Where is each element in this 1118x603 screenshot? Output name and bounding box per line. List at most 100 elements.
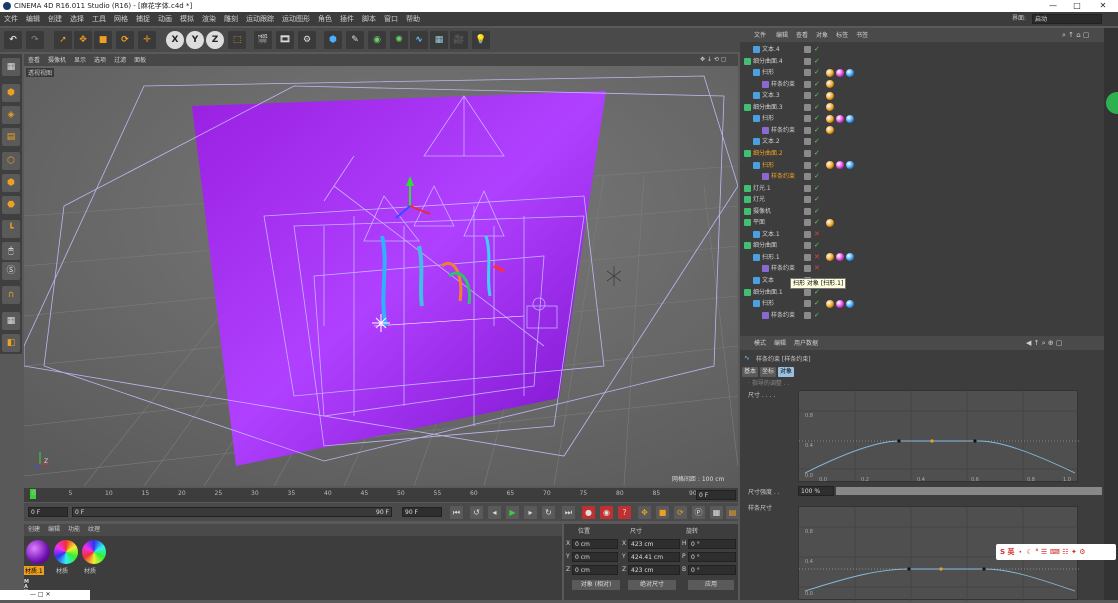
visibility-toggle-icon[interactable]: ✓: [814, 148, 820, 160]
move-icon[interactable]: ✥: [74, 31, 92, 49]
model-mode-icon[interactable]: ⬢: [2, 84, 20, 102]
attr-menu-userdata[interactable]: 用户数据: [790, 337, 822, 351]
record-icon[interactable]: ●: [582, 506, 595, 519]
object-row[interactable]: 扫形 ✓: [740, 67, 1104, 79]
object-row[interactable]: 样条约束 ✓: [740, 79, 1104, 91]
camera-icon[interactable]: 🎥: [450, 31, 468, 49]
layer-swatch[interactable]: [804, 242, 811, 250]
material-tag-icon[interactable]: [836, 114, 844, 123]
object-row[interactable]: 文本.1 ✕: [740, 229, 1104, 241]
size-y-field[interactable]: 424.41 cm: [628, 552, 680, 562]
current-frame-field[interactable]: 0 F: [696, 490, 736, 500]
object-row[interactable]: 扫形 ✓: [740, 160, 1104, 172]
layer-swatch[interactable]: [804, 103, 811, 111]
y-axis-icon[interactable]: Y: [186, 31, 204, 49]
texture-mode-icon[interactable]: ◈: [2, 106, 20, 124]
obj-menu-object[interactable]: 对象: [812, 29, 832, 43]
layer-swatch[interactable]: [804, 57, 811, 65]
tab-basic[interactable]: 基本: [742, 367, 758, 377]
object-name[interactable]: 样条约束: [771, 79, 795, 91]
layer-swatch[interactable]: [804, 184, 811, 192]
object-row[interactable]: 细分曲面 ✓: [740, 240, 1104, 252]
visibility-toggle-icon[interactable]: ✓: [814, 125, 820, 137]
object-row[interactable]: 扫形.1 ✕: [740, 252, 1104, 264]
menu-create[interactable]: 创建: [44, 12, 66, 26]
floating-window-controls[interactable]: — □ ✕: [0, 591, 51, 598]
make-editable-icon[interactable]: ▦: [2, 58, 20, 76]
visibility-toggle-icon[interactable]: ✕: [814, 229, 820, 241]
visibility-toggle-icon[interactable]: ✓: [814, 56, 820, 68]
pos-z-field[interactable]: 0 cm: [572, 565, 618, 575]
material-tag-icon[interactable]: [846, 253, 854, 262]
material-tag-icon[interactable]: [826, 80, 834, 89]
viewport-3d[interactable]: 透视视图 Z 网格间距 : 100 cm: [24, 66, 738, 486]
material-tag-icon[interactable]: [836, 299, 844, 308]
menu-edit[interactable]: 编辑: [22, 12, 44, 26]
spline-pen-icon[interactable]: ✎: [346, 31, 364, 49]
object-row[interactable]: 样条约束 ✓: [740, 125, 1104, 137]
object-name[interactable]: 摄像机: [753, 206, 771, 218]
goto-start-icon[interactable]: ⏮: [450, 506, 463, 519]
material-3-label[interactable]: 材质: [84, 566, 96, 575]
material-2-swatch[interactable]: [54, 540, 78, 564]
material-tag-icon[interactable]: [826, 299, 834, 308]
material-menu-texture[interactable]: 纹理: [84, 526, 104, 533]
object-row[interactable]: 文本.3 ✓: [740, 90, 1104, 102]
object-row[interactable]: 细分曲面.2 ✓: [740, 148, 1104, 160]
visibility-toggle-icon[interactable]: ✓: [814, 79, 820, 91]
object-row[interactable]: 样条约束 ✕: [740, 263, 1104, 275]
apply-button[interactable]: 应用: [688, 580, 734, 590]
material-tag-icon[interactable]: [826, 91, 834, 100]
layer-swatch[interactable]: [804, 149, 811, 157]
layer-swatch[interactable]: [804, 196, 811, 204]
object-name[interactable]: 细分曲面: [753, 240, 777, 252]
prev-key-icon[interactable]: ↺: [470, 506, 483, 519]
visibility-toggle-icon[interactable]: ✓: [814, 206, 820, 218]
snap-icon[interactable]: Ⓢ: [2, 262, 20, 280]
object-row[interactable]: 样条约束 ✓: [740, 310, 1104, 322]
layer-swatch[interactable]: [804, 288, 811, 296]
grid-icon[interactable]: ▦: [2, 312, 20, 330]
frame-range-slider[interactable]: 0 F 90 F: [72, 507, 392, 517]
obj-menu-file[interactable]: 文件: [740, 29, 772, 43]
render-view-icon[interactable]: 🎬: [254, 31, 272, 49]
object-name[interactable]: 扫形.1: [762, 252, 780, 264]
key-pla-icon[interactable]: ▦: [710, 506, 723, 519]
light-icon[interactable]: 💡: [472, 31, 490, 49]
material-tag-icon[interactable]: [826, 218, 834, 227]
obj-nav-icons[interactable]: ⌕ ↑ ⌂ ▢: [1058, 28, 1094, 42]
object-row[interactable]: 文本.2 ✓: [740, 136, 1104, 148]
layer-swatch[interactable]: [804, 173, 811, 181]
material-tag-icon[interactable]: [836, 161, 844, 169]
visibility-toggle-icon[interactable]: ✓: [814, 171, 820, 183]
layer-swatch[interactable]: [804, 138, 811, 146]
object-name[interactable]: 扫形: [762, 113, 774, 125]
material-tag-icon[interactable]: [826, 161, 834, 169]
menu-simulate[interactable]: 模拟: [176, 12, 198, 26]
keyframe-selection-icon[interactable]: ?: [618, 506, 631, 519]
object-name[interactable]: 文本.1: [762, 229, 780, 241]
undo-icon[interactable]: ↶: [4, 31, 22, 49]
menu-script[interactable]: 脚本: [358, 12, 380, 26]
menu-motion-tracking[interactable]: 运动跟踪: [242, 12, 278, 26]
maximize-button[interactable]: □: [1070, 0, 1084, 12]
autokey-icon[interactable]: ◉: [600, 506, 613, 519]
side-widget-icon[interactable]: [1106, 92, 1118, 114]
timeline-ruler[interactable]: 0 5 10 15 20 25 30 35 40 45 50 55 60 65 70 75 80 85 90 0 F: [24, 488, 738, 502]
object-row[interactable]: 扫形 ✓: [740, 113, 1104, 125]
material-tag-icon[interactable]: [826, 68, 834, 77]
material-tag-icon[interactable]: [836, 68, 844, 77]
object-name[interactable]: 样条约束: [771, 171, 795, 183]
z-axis-icon[interactable]: Z: [206, 31, 224, 49]
scale-icon[interactable]: ■: [94, 31, 112, 49]
visibility-toggle-icon[interactable]: ✓: [814, 160, 820, 172]
visibility-toggle-icon[interactable]: ✓: [814, 90, 820, 102]
visibility-toggle-icon[interactable]: ✓: [814, 217, 820, 229]
start-frame-field[interactable]: 0 F: [28, 507, 68, 517]
material-tag-icon[interactable]: [826, 114, 834, 123]
material-3-swatch[interactable]: [82, 540, 106, 564]
object-name[interactable]: 扫形: [762, 67, 774, 79]
obj-menu-view[interactable]: 查看: [792, 29, 812, 43]
object-row[interactable]: 扫形 ✓: [740, 298, 1104, 310]
layer-swatch[interactable]: [804, 92, 811, 100]
